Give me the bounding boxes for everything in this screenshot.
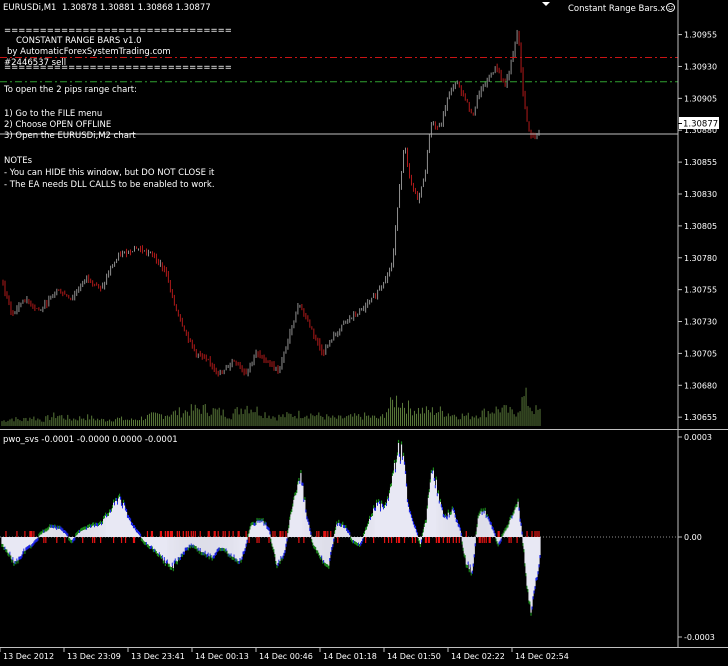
indicator-label: pwo_svs -0.0001 -0.0000 0.0000 -0.0001 bbox=[3, 435, 178, 445]
note-item: - You can HIDE this window, but DO NOT C… bbox=[4, 168, 215, 178]
price-tick-label: 1.30830 bbox=[684, 190, 717, 199]
indicator-tick-label: -0.0003 bbox=[684, 633, 715, 642]
price-tick-label: 1.30930 bbox=[684, 62, 717, 71]
indicator-tick-label: 0.0003 bbox=[684, 433, 712, 442]
time-tick-label: 13 Dec 2012 bbox=[3, 652, 54, 661]
instruction-step: 2) Choose OPEN OFFLINE bbox=[4, 120, 111, 130]
time-tick-label: 14 Dec 01:50 bbox=[387, 652, 441, 661]
time-tick-label: 13 Dec 23:09 bbox=[67, 652, 121, 661]
price-tick-label: 1.30955 bbox=[684, 31, 717, 40]
time-tick-label: 14 Dec 02:22 bbox=[451, 652, 505, 661]
time-tick-label: 14 Dec 01:18 bbox=[323, 652, 377, 661]
symbol-label: EURUSDi,M1 bbox=[3, 3, 56, 13]
instructions-title: To open the 2 pips range chart: bbox=[3, 85, 137, 95]
indicator-tick-label: 0.00 bbox=[684, 533, 702, 542]
notes-title: NOTEs bbox=[4, 156, 33, 166]
ea-author: by AutomaticForexSystemTrading.com bbox=[7, 47, 171, 57]
ohlc-values: 1.30878 1.30881 1.30868 1.30877 bbox=[62, 3, 211, 13]
price-tick-label: 1.30705 bbox=[684, 349, 717, 358]
price-tick-label: 1.30780 bbox=[684, 254, 717, 263]
trading-chart[interactable]: 1.309551.309301.309051.308801.308551.308… bbox=[0, 0, 728, 666]
price-tick-label: 1.30655 bbox=[684, 413, 717, 422]
separator-bottom: ================================ bbox=[4, 63, 232, 73]
ea-name: CONSTANT RANGE BARS v1.0 bbox=[16, 36, 142, 46]
instruction-step: 1) Go to the FILE menu bbox=[4, 109, 102, 119]
price-tick-label: 1.30755 bbox=[684, 286, 717, 295]
price-tick-label: 1.30805 bbox=[684, 222, 717, 231]
time-tick-label: 13 Dec 23:41 bbox=[131, 652, 185, 661]
chart-background bbox=[0, 0, 728, 666]
current-price-tag: 1.30877 bbox=[678, 117, 719, 130]
note-item: - The EA needs DLL CALLS to be enabled t… bbox=[4, 180, 215, 190]
price-tick-label: 1.30905 bbox=[684, 94, 717, 103]
time-tick-label: 14 Dec 00:13 bbox=[195, 652, 249, 661]
separator-top: ================================ bbox=[4, 26, 232, 36]
price-tick-label: 1.30855 bbox=[684, 158, 717, 167]
price-tick-label: 1.30730 bbox=[684, 318, 717, 327]
time-tick-label: 14 Dec 02:54 bbox=[515, 652, 569, 661]
current-price-label: 1.30877 bbox=[683, 120, 718, 130]
instruction-step: 3) Open the EURUSDi,M2 chart bbox=[4, 131, 136, 141]
price-tick-label: 1.30680 bbox=[684, 381, 717, 390]
time-tick-label: 14 Dec 00:46 bbox=[259, 652, 313, 661]
ea-title: Constant Range Bars.x bbox=[568, 4, 665, 14]
